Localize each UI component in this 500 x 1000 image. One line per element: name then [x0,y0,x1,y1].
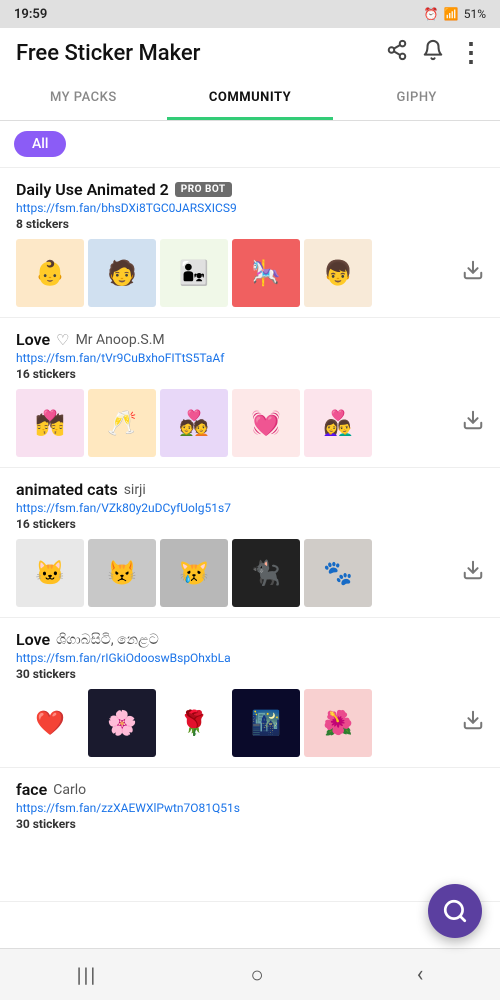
pack-author: ශිගාබසිටි, නෙළට [56,632,159,648]
sticker-thumb: 😿 [160,539,228,607]
sticker-thumb: 🌃 [232,689,300,757]
pack-previews: 👶 🧑 👨‍👧 🎠 👦 [16,239,454,307]
sticker-thumb: 👩‍❤️‍👨 [304,389,372,457]
alarm-icon: ⏰ [424,7,439,21]
app-header: Free Sticker Maker ⋮ [0,28,500,78]
tab-giphy[interactable]: GIPHY [333,78,500,120]
pack-item: face Carlo https://fsm.fan/zzXAEWXlPwtn7… [0,768,500,902]
pack-name: face [16,780,47,799]
sticker-thumb: 👨‍👧 [160,239,228,307]
nav-recents-icon[interactable]: ||| [77,963,98,987]
sticker-thumb: 🐈‍⬛ [232,539,300,607]
pack-item: animated cats sirji https://fsm.fan/VZk8… [0,468,500,618]
pack-url: https://fsm.fan/VZk80y2uDCyfUolg51s7 [16,501,484,515]
pack-header: animated cats sirji [16,480,484,499]
pack-url: https://fsm.fan/bhsDXi8TGC0JARSXICS9 [16,201,484,215]
status-time: 19:59 [14,7,47,22]
pack-previews-row: 💏 🥂 💑 💓 👩‍❤️‍👨 [16,389,484,457]
download-button[interactable] [462,409,484,437]
pack-header: Love ♡ Mr Anoop.S.M [16,330,484,349]
pack-previews: 🐱 😾 😿 🐈‍⬛ 🐾 [16,539,454,607]
share-icon[interactable] [386,39,408,67]
pack-url: https://fsm.fan/rIGkiOdooswBspOhxbLa [16,651,484,665]
app-title: Free Sticker Maker [16,41,200,66]
sticker-thumb: ❤️ [16,689,84,757]
header-icons: ⋮ [386,38,484,68]
pack-sticker-count: 8 stickers [16,217,484,231]
status-bar: 19:59 ⏰ 📶 51% [0,0,500,28]
pack-previews-row: 👶 🧑 👨‍👧 🎠 👦 [16,239,484,307]
status-icons: ⏰ 📶 51% [424,7,486,21]
pack-name: Love [16,330,50,349]
sticker-thumb: 💏 [16,389,84,457]
pack-author: Mr Anoop.S.M [76,332,165,348]
nav-home-icon[interactable]: ○ [250,962,263,988]
nav-back-icon[interactable]: ‹ [417,962,424,987]
filter-row: All [0,121,500,168]
filter-all-chip[interactable]: All [14,131,66,157]
sticker-thumb: 💑 [160,389,228,457]
pack-item: Daily Use Animated 2 PRO BOT https://fsm… [0,168,500,318]
search-fab[interactable] [428,884,482,938]
sticker-thumb: 🥂 [88,389,156,457]
tab-my-packs[interactable]: MY PACKS [0,78,167,120]
pack-sticker-count: 30 stickers [16,817,484,831]
pack-header: Love ශිගාබසිටි, නෙළට [16,630,484,649]
pack-name: animated cats [16,480,118,499]
pack-sticker-count: 16 stickers [16,367,484,381]
pack-item: Love ශිගාබසිටි, නෙළට https://fsm.fan/rIG… [0,618,500,768]
sticker-thumb: 🌺 [304,689,372,757]
pack-previews-row: ❤️ 🌸 🌹 🌃 🌺 [16,689,484,757]
sticker-thumb: 😾 [88,539,156,607]
sticker-thumb: 👶 [16,239,84,307]
pack-header: Daily Use Animated 2 PRO BOT [16,180,484,199]
pack-name: Daily Use Animated 2 [16,180,169,199]
sticker-thumb: 🎠 [232,239,300,307]
heart-icon: ♡ [56,331,69,349]
pack-header: face Carlo [16,780,484,799]
nav-bar: ||| ○ ‹ [0,948,500,1000]
sticker-thumb: 👦 [304,239,372,307]
pack-author: Carlo [53,782,86,798]
sticker-thumb: 🌹 [160,689,228,757]
pack-previews-row: 🐱 😾 😿 🐈‍⬛ 🐾 [16,539,484,607]
download-button[interactable] [462,709,484,737]
tab-community[interactable]: COMMUNITY [167,78,334,120]
pack-url: https://fsm.fan/tVr9CuBxhoFITtS5TaAf [16,351,484,365]
pack-previews: 💏 🥂 💑 💓 👩‍❤️‍👨 [16,389,454,457]
pack-sticker-count: 30 stickers [16,667,484,681]
pack-item: Love ♡ Mr Anoop.S.M https://fsm.fan/tVr9… [0,318,500,468]
tabs: MY PACKS COMMUNITY GIPHY [0,78,500,121]
pack-sticker-count: 16 stickers [16,517,484,531]
sticker-thumb: 🌸 [88,689,156,757]
pack-author: sirji [124,482,146,498]
download-button[interactable] [462,559,484,587]
sticker-thumb: 🧑 [88,239,156,307]
pack-previews: ❤️ 🌸 🌹 🌃 🌺 [16,689,454,757]
pack-badge: PRO BOT [175,182,232,197]
bell-icon[interactable] [422,39,444,67]
sticker-thumb: 💓 [232,389,300,457]
battery-icon: 51% [464,7,486,21]
pack-url: https://fsm.fan/zzXAEWXlPwtn7O81Q51s [16,801,484,815]
wifi-icon: 📶 [444,7,459,21]
sticker-thumb: 🐾 [304,539,372,607]
search-icon [442,898,468,924]
more-icon[interactable]: ⋮ [458,38,484,68]
pack-name: Love [16,630,50,649]
download-button[interactable] [462,259,484,287]
sticker-thumb: 🐱 [16,539,84,607]
